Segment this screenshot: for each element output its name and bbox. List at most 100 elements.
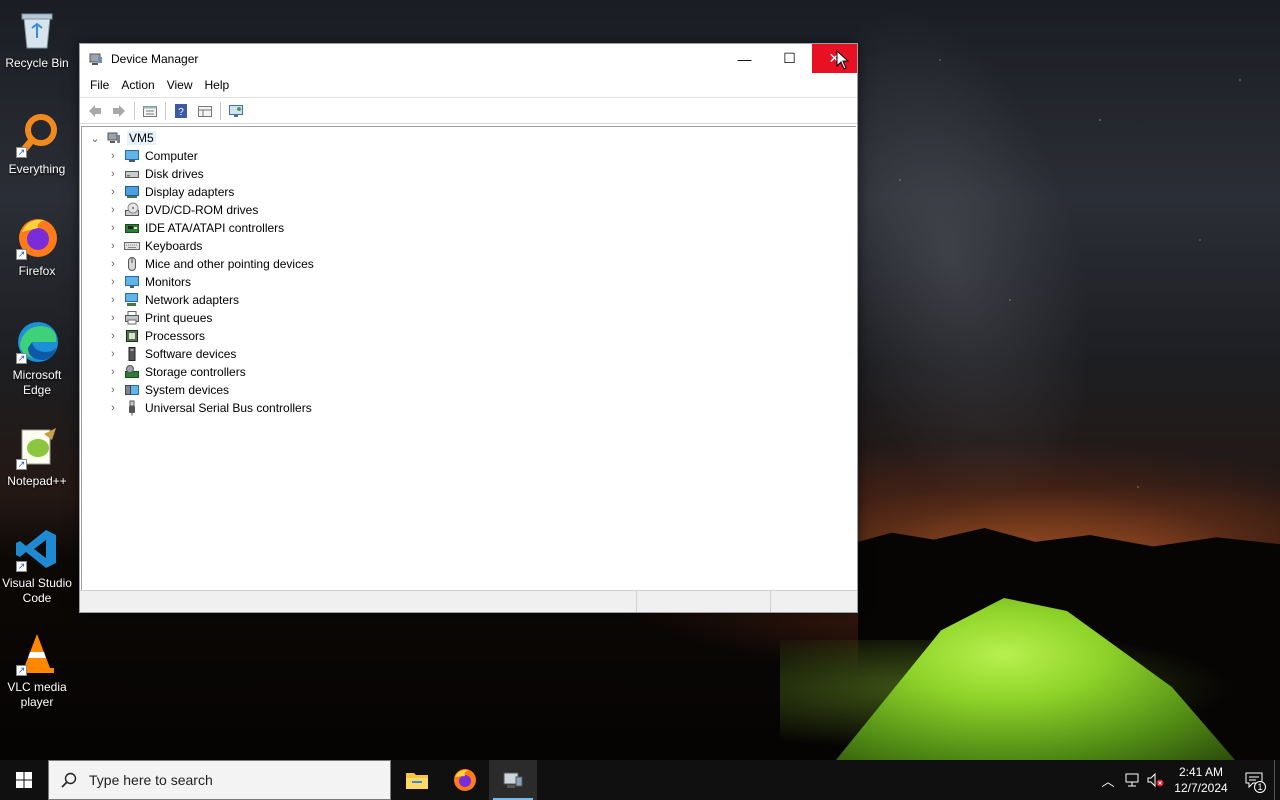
system-device-icon bbox=[124, 382, 140, 398]
tree-node-label: Monitors bbox=[145, 275, 192, 289]
tree-node-mouse[interactable]: › Mice and other pointing devices bbox=[82, 255, 856, 273]
notepadpp-icon: ↗ bbox=[14, 424, 60, 470]
tree-node-disk-drive[interactable]: › Disk drives bbox=[82, 165, 856, 183]
taskbar-device-manager[interactable] bbox=[489, 760, 537, 800]
start-button[interactable] bbox=[0, 760, 48, 800]
firefox-icon: ↗ bbox=[14, 214, 60, 260]
desktop-icon-edge[interactable]: ↗ Microsoft Edge bbox=[0, 318, 74, 398]
menu-help[interactable]: Help bbox=[199, 78, 236, 92]
software-device-icon bbox=[124, 346, 140, 362]
title-bar[interactable]: Device Manager — ☐ ✕ bbox=[80, 44, 857, 73]
recycle-bin-icon bbox=[14, 6, 60, 52]
expand-chevron-icon[interactable]: › bbox=[106, 275, 120, 289]
expand-chevron-icon[interactable]: › bbox=[106, 293, 120, 307]
status-bar bbox=[80, 590, 857, 612]
desktop-icon-label: VLC media player bbox=[7, 680, 67, 709]
tree-node-monitor[interactable]: › Monitors bbox=[82, 273, 856, 291]
network-icon bbox=[1125, 773, 1139, 787]
expand-chevron-icon[interactable]: › bbox=[106, 185, 120, 199]
network-status-button[interactable] bbox=[1120, 760, 1144, 800]
help-button[interactable]: ? bbox=[170, 100, 192, 122]
toolbar-separator bbox=[134, 101, 135, 120]
tree-node-ide-controller[interactable]: › IDE ATA/ATAPI controllers bbox=[82, 219, 856, 237]
search-icon bbox=[61, 772, 77, 788]
volume-muted-icon bbox=[1147, 772, 1164, 788]
expand-chevron-icon[interactable]: › bbox=[106, 311, 120, 325]
desktop-icon-label: Microsoft Edge bbox=[12, 368, 62, 397]
tree-node-system-device[interactable]: › System devices bbox=[82, 381, 856, 399]
device-tree[interactable]: ⌄ VM5 › Computer › Disk drives › Display adap… bbox=[81, 126, 856, 590]
printer-icon bbox=[124, 310, 140, 326]
tree-node-usb[interactable]: › Universal Serial Bus controllers bbox=[82, 399, 856, 417]
vscode-icon: ↗ bbox=[14, 526, 60, 572]
expand-chevron-icon[interactable]: › bbox=[106, 257, 120, 271]
device-manager-window[interactable]: Device Manager — ☐ ✕ File Action View He… bbox=[79, 43, 858, 613]
desktop-icon-label: Visual Studio Code bbox=[2, 576, 72, 605]
properties-icon bbox=[143, 105, 157, 117]
menu-bar: File Action View Help bbox=[80, 73, 857, 97]
tree-node-printer[interactable]: › Print queues bbox=[82, 309, 856, 327]
everything-search-icon: ↗ bbox=[14, 112, 60, 158]
tree-node-label: Display adapters bbox=[145, 185, 235, 199]
ide-controller-icon bbox=[124, 220, 140, 236]
computer-icon bbox=[124, 148, 140, 164]
menu-action[interactable]: Action bbox=[115, 78, 160, 92]
tree-node-processor[interactable]: › Processors bbox=[82, 327, 856, 345]
expand-chevron-icon[interactable]: › bbox=[106, 221, 120, 235]
expand-chevron-icon[interactable]: › bbox=[106, 401, 120, 415]
tree-node-keyboard[interactable]: › Keyboards bbox=[82, 237, 856, 255]
back-button[interactable] bbox=[84, 100, 106, 122]
status-cell-secondary bbox=[637, 591, 771, 612]
tree-node-dvd-drive[interactable]: › DVD/CD-ROM drives bbox=[82, 201, 856, 219]
keyboard-icon bbox=[124, 238, 140, 254]
close-button[interactable]: ✕ bbox=[812, 44, 857, 73]
expand-chevron-icon[interactable]: › bbox=[106, 167, 120, 181]
expand-chevron-icon[interactable]: › bbox=[106, 383, 120, 397]
show-hidden-icons-button[interactable]: ︿ bbox=[1096, 760, 1120, 800]
forward-button[interactable] bbox=[108, 100, 130, 122]
expand-chevron-icon[interactable]: › bbox=[106, 347, 120, 361]
volume-button[interactable] bbox=[1144, 760, 1168, 800]
expand-chevron-icon[interactable]: › bbox=[106, 329, 120, 343]
tree-node-software-device[interactable]: › Software devices bbox=[82, 345, 856, 363]
scan-hardware-button[interactable] bbox=[225, 100, 247, 122]
show-hidden-button[interactable] bbox=[194, 100, 216, 122]
maximize-button[interactable]: ☐ bbox=[767, 44, 812, 73]
tree-node-network-adapter[interactable]: › Network adapters bbox=[82, 291, 856, 309]
shortcut-arrow-icon: ↗ bbox=[16, 353, 27, 364]
expand-chevron-icon[interactable]: › bbox=[106, 149, 120, 163]
desktop-icon-firefox[interactable]: ↗ Firefox bbox=[0, 214, 74, 279]
expand-chevron-icon[interactable]: › bbox=[106, 203, 120, 217]
desktop-icon-recycle-bin[interactable]: Recycle Bin bbox=[0, 6, 74, 71]
menu-view[interactable]: View bbox=[161, 78, 199, 92]
collapse-chevron-icon[interactable]: ⌄ bbox=[88, 131, 102, 145]
tree-children: › Computer › Disk drives › Display adapters › D… bbox=[82, 147, 856, 417]
clock-time: 2:41 AM bbox=[1178, 765, 1224, 779]
taskbar-file-explorer[interactable] bbox=[393, 760, 441, 800]
tree-node-display-adapter[interactable]: › Display adapters bbox=[82, 183, 856, 201]
expand-chevron-icon[interactable]: › bbox=[106, 239, 120, 253]
desktop-icon-label: Notepad++ bbox=[7, 474, 67, 488]
desktop-icon-everything[interactable]: ↗ Everything bbox=[0, 112, 74, 177]
action-center-button[interactable]: 1 bbox=[1234, 760, 1274, 800]
usb-icon bbox=[124, 400, 140, 416]
tree-node-computer[interactable]: › Computer bbox=[82, 147, 856, 165]
desktop-icon-vlc[interactable]: ↗ VLC media player bbox=[0, 630, 74, 710]
desktop-icon-notepadpp[interactable]: ↗ Notepad++ bbox=[0, 424, 74, 489]
taskbar-clock[interactable]: 2:41 AM 12/7/2024 bbox=[1168, 764, 1234, 796]
minimize-button[interactable]: — bbox=[722, 44, 767, 73]
show-desktop-button[interactable] bbox=[1274, 760, 1280, 800]
tree-root-vm5[interactable]: ⌄ VM5 bbox=[82, 129, 856, 147]
taskbar-search-box[interactable]: Type here to search bbox=[48, 760, 391, 800]
shortcut-arrow-icon: ↗ bbox=[16, 561, 27, 572]
firefox-icon bbox=[454, 769, 476, 791]
properties-button[interactable] bbox=[139, 100, 161, 122]
menu-file[interactable]: File bbox=[84, 78, 115, 92]
notification-count-badge: 1 bbox=[1254, 781, 1266, 793]
desktop-icon-vscode[interactable]: ↗ Visual Studio Code bbox=[0, 526, 74, 606]
tree-node-storage-controller[interactable]: › Storage controllers bbox=[82, 363, 856, 381]
tree-node-label: Keyboards bbox=[145, 239, 203, 253]
taskbar-firefox[interactable] bbox=[441, 760, 489, 800]
status-cell-tertiary bbox=[771, 591, 857, 612]
expand-chevron-icon[interactable]: › bbox=[106, 365, 120, 379]
